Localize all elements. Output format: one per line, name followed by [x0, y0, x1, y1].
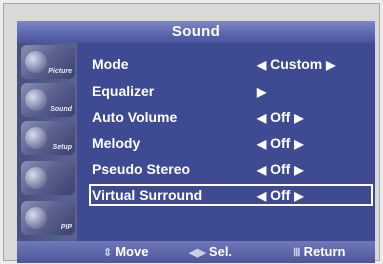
sidebar-caption: Sound — [50, 106, 72, 113]
up-down-icon: ⇕ — [103, 247, 113, 259]
sidebar-item-pip[interactable]: PIP — [21, 201, 75, 235]
right-arrow-icon[interactable]: ▶ — [326, 58, 335, 72]
left-arrow-icon[interactable]: ◀ — [257, 163, 266, 177]
navigation-hint-bar: ⇕ Move ◀▶ Sel. Ⅲ Return — [17, 241, 375, 263]
setup-icon — [25, 127, 47, 149]
move-hint: ⇕ Move — [103, 241, 148, 264]
channel-icon — [25, 167, 47, 189]
menu-item-label: Pseudo Stereo — [92, 161, 191, 177]
left-arrow-icon[interactable]: ◀ — [257, 58, 266, 72]
right-arrow-icon[interactable]: ▶ — [294, 111, 303, 125]
select-hint: ◀▶ Sel. — [189, 241, 232, 264]
right-arrow-icon[interactable]: ▶ — [294, 137, 303, 151]
picture-icon — [25, 51, 47, 73]
value-text: Off — [270, 187, 291, 203]
menu-item-label: Melody — [92, 135, 141, 151]
menu-item-label: Virtual Surround — [92, 187, 203, 203]
menu-item-value: ▶ — [257, 80, 266, 103]
value-text: Off — [270, 135, 291, 151]
value-text: Custom — [270, 56, 323, 72]
sidebar-item-channel[interactable] — [21, 161, 75, 195]
menu-item-value: ◀ Off ▶ — [257, 106, 303, 129]
sidebar-caption: PIP — [60, 224, 72, 231]
sidebar-item-picture[interactable]: Picture — [21, 45, 75, 79]
menu-item-label: Auto Volume — [92, 109, 178, 125]
right-arrow-icon[interactable]: ▶ — [257, 85, 266, 99]
sidebar-caption: Setup — [52, 144, 72, 151]
value-text: Off — [270, 161, 291, 177]
category-sidebar: Picture Sound Setup PIP — [17, 43, 77, 241]
menu-item-value: ◀ Off ▶ — [257, 186, 303, 205]
menu-item-value: ◀ Custom ▶ — [257, 53, 335, 76]
osd-screen: Sound Picture Sound Setup PIP Mode ◀ Cus… — [17, 21, 375, 263]
menu-item-equalizer[interactable]: Equalizer ▶ — [89, 80, 373, 102]
left-arrow-icon[interactable]: ◀ — [257, 111, 266, 125]
sidebar-caption: Picture — [48, 68, 72, 75]
menu-item-label: Mode — [92, 56, 129, 72]
right-arrow-icon[interactable]: ▶ — [294, 163, 303, 177]
move-label: Move — [115, 244, 149, 259]
menu-item-melody[interactable]: Melody ◀ Off ▶ — [89, 132, 373, 154]
menu-item-mode[interactable]: Mode ◀ Custom ▶ — [89, 53, 373, 75]
select-label: Sel. — [208, 244, 233, 259]
menu-item-value: ◀ Off ▶ — [257, 132, 303, 155]
menu-item-pseudo-stereo[interactable]: Pseudo Stereo ◀ Off ▶ — [89, 158, 373, 180]
left-arrow-icon[interactable]: ◀ — [257, 137, 266, 151]
sidebar-item-setup[interactable]: Setup — [21, 121, 75, 155]
left-arrow-icon[interactable]: ◀ — [257, 189, 266, 203]
pip-icon — [25, 207, 47, 229]
menu-title: Sound — [17, 21, 375, 43]
return-label: Return — [303, 244, 346, 259]
menu-item-virtual-surround[interactable]: Virtual Surround ◀ Off ▶ — [89, 184, 373, 206]
menu-item-value: ◀ Off ▶ — [257, 158, 303, 181]
sound-icon — [25, 89, 47, 111]
return-icon: Ⅲ — [293, 247, 301, 259]
value-text: Off — [270, 109, 291, 125]
left-right-icon: ◀▶ — [189, 247, 206, 259]
return-hint: Ⅲ Return — [293, 241, 345, 264]
right-arrow-icon[interactable]: ▶ — [294, 189, 303, 203]
sidebar-item-sound[interactable]: Sound — [21, 83, 75, 117]
osd-frame: Sound Picture Sound Setup PIP Mode ◀ Cus… — [3, 3, 380, 263]
menu-item-label: Equalizer — [92, 83, 155, 99]
menu-item-auto-volume[interactable]: Auto Volume ◀ Off ▶ — [89, 106, 373, 128]
